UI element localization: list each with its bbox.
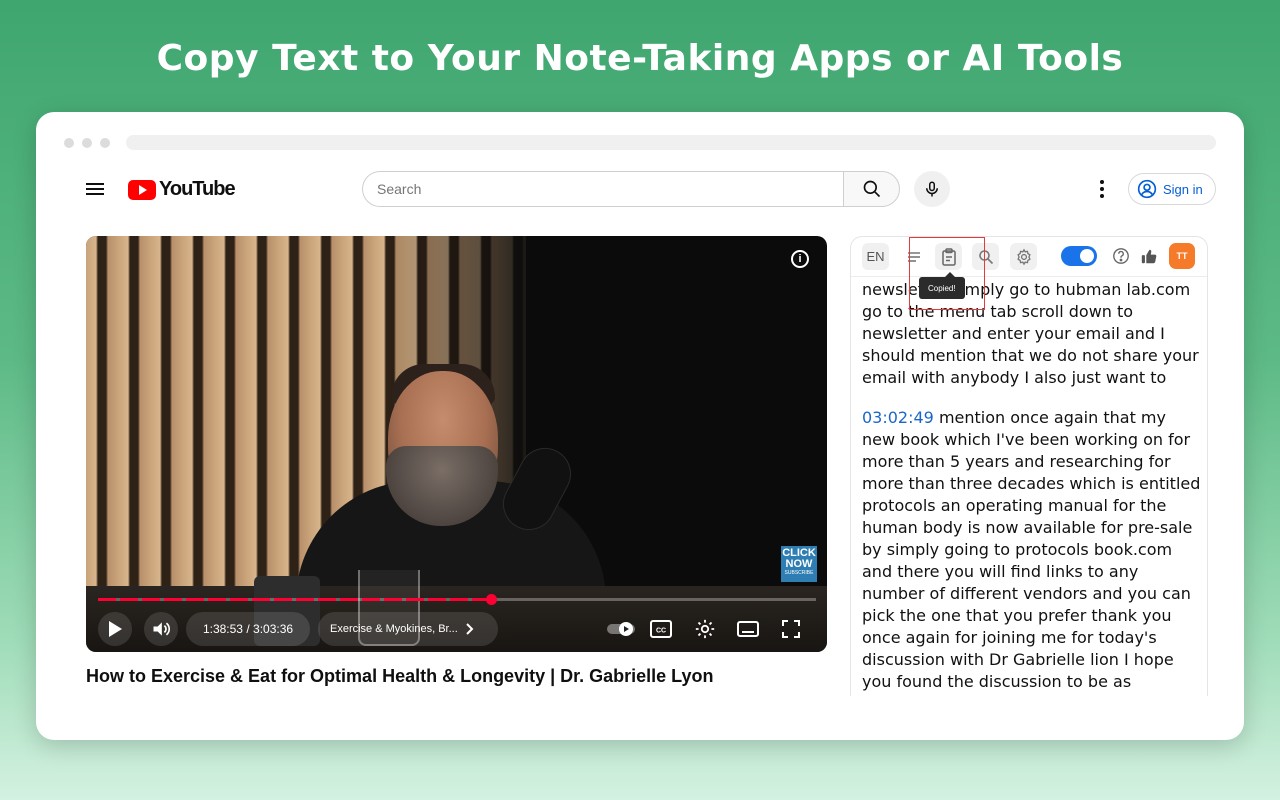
window-dot-minimize[interactable] xyxy=(82,138,92,148)
search-field[interactable] xyxy=(362,171,844,207)
like-button[interactable] xyxy=(1139,246,1159,266)
theater-mode-icon xyxy=(737,621,759,637)
search-transcript-button[interactable] xyxy=(972,243,999,270)
chapter-title: Exercise & Myokines, Br... xyxy=(330,623,458,635)
play-button[interactable] xyxy=(98,612,132,646)
autoplay-icon xyxy=(607,622,635,636)
badge-line-2: NOW xyxy=(785,558,813,570)
help-button[interactable] xyxy=(1111,246,1131,266)
list-icon xyxy=(907,251,920,262)
search-input[interactable] xyxy=(377,181,844,197)
subscribe-overlay-badge[interactable]: CLICK NOW SUBSCRIBE xyxy=(781,546,817,582)
microphone-icon xyxy=(926,181,938,197)
transcript-line-text: mention once again that my new book whic… xyxy=(862,408,1201,696)
language-button[interactable]: EN xyxy=(862,243,889,270)
transcript-segment: newsletter simply go to hubman lab.com g… xyxy=(862,279,1202,389)
copy-transcript-button[interactable] xyxy=(935,243,962,270)
volume-button[interactable] xyxy=(144,612,178,646)
settings-button[interactable] xyxy=(690,612,720,646)
autoplay-toggle[interactable] xyxy=(604,612,638,646)
progress-bar-fill xyxy=(98,598,492,601)
closed-captions-icon: CC xyxy=(650,620,672,638)
address-bar[interactable] xyxy=(126,135,1216,150)
transcript-line-text: newsletter simply go to hubman lab.com g… xyxy=(862,280,1199,387)
chapter-button[interactable]: Exercise & Myokines, Br... xyxy=(318,612,498,646)
youtube-play-icon xyxy=(128,179,156,200)
info-icon[interactable]: i xyxy=(791,250,809,268)
hamburger-menu-icon[interactable] xyxy=(86,180,106,198)
sign-in-label: Sign in xyxy=(1163,181,1203,197)
browser-window: YouTube Sign in i CLICK NOW SUBSCRIBE xyxy=(36,112,1244,740)
progress-bar[interactable] xyxy=(98,594,816,605)
transcript-timestamp[interactable]: 03:02:49 xyxy=(862,408,934,427)
transcript-segment: 03:02:49 mention once again that my new … xyxy=(862,407,1202,696)
youtube-logo-text: YouTube xyxy=(159,178,236,200)
page-headline: Copy Text to Your Note-Taking Apps or AI… xyxy=(156,38,1124,79)
clipboard-icon xyxy=(941,247,956,266)
extension-logo[interactable]: TT xyxy=(1169,243,1195,269)
window-dot-maximize[interactable] xyxy=(100,138,110,148)
transcript-toolbar: EN TT Copied! xyxy=(851,237,1207,299)
thumbs-up-icon xyxy=(1141,249,1157,264)
transcript-panel: EN TT Copied! newsletter simply go to hu… xyxy=(850,236,1208,696)
search-button[interactable] xyxy=(843,171,900,207)
chevron-right-icon xyxy=(466,623,474,635)
copied-tooltip: Copied! xyxy=(919,272,965,299)
badge-line-3: SUBSCRIBE xyxy=(784,570,814,576)
video-player[interactable]: i CLICK NOW SUBSCRIBE 1:38:53 / 3:03:36 … xyxy=(86,236,827,652)
video-title[interactable]: How to Exercise & Eat for Optimal Health… xyxy=(86,666,827,687)
time-display: 1:38:53 / 3:03:36 xyxy=(186,612,310,646)
settings-gear-icon xyxy=(1016,248,1031,265)
volume-icon xyxy=(153,622,171,636)
help-icon xyxy=(1113,248,1129,264)
window-controls xyxy=(64,138,110,148)
current-time: 1:38:53 xyxy=(202,622,243,636)
gear-icon xyxy=(695,619,715,639)
player-controls: 1:38:53 / 3:03:36 Exercise & Myokines, B… xyxy=(86,612,827,646)
fullscreen-icon xyxy=(782,620,800,638)
play-icon xyxy=(109,621,122,637)
time-separator: / xyxy=(246,622,250,636)
sync-toggle[interactable] xyxy=(1061,246,1097,266)
voice-search-button[interactable] xyxy=(914,171,950,207)
account-icon xyxy=(1137,179,1157,199)
list-view-button[interactable] xyxy=(900,243,927,270)
sign-in-button[interactable]: Sign in xyxy=(1128,173,1216,205)
captions-button[interactable]: CC xyxy=(646,612,676,646)
svg-text:CC: CC xyxy=(656,628,666,635)
more-options-icon[interactable] xyxy=(1099,180,1105,198)
search-icon xyxy=(863,180,880,198)
duration: 3:03:36 xyxy=(253,622,294,636)
fullscreen-button[interactable] xyxy=(776,612,806,646)
magnifier-icon xyxy=(978,249,993,264)
panel-settings-button[interactable] xyxy=(1010,243,1037,270)
window-dot-close[interactable] xyxy=(64,138,74,148)
theater-mode-button[interactable] xyxy=(732,612,764,646)
youtube-logo[interactable]: YouTube xyxy=(128,178,236,201)
transcript-text: newsletter simply go to hubman lab.com g… xyxy=(862,279,1202,696)
